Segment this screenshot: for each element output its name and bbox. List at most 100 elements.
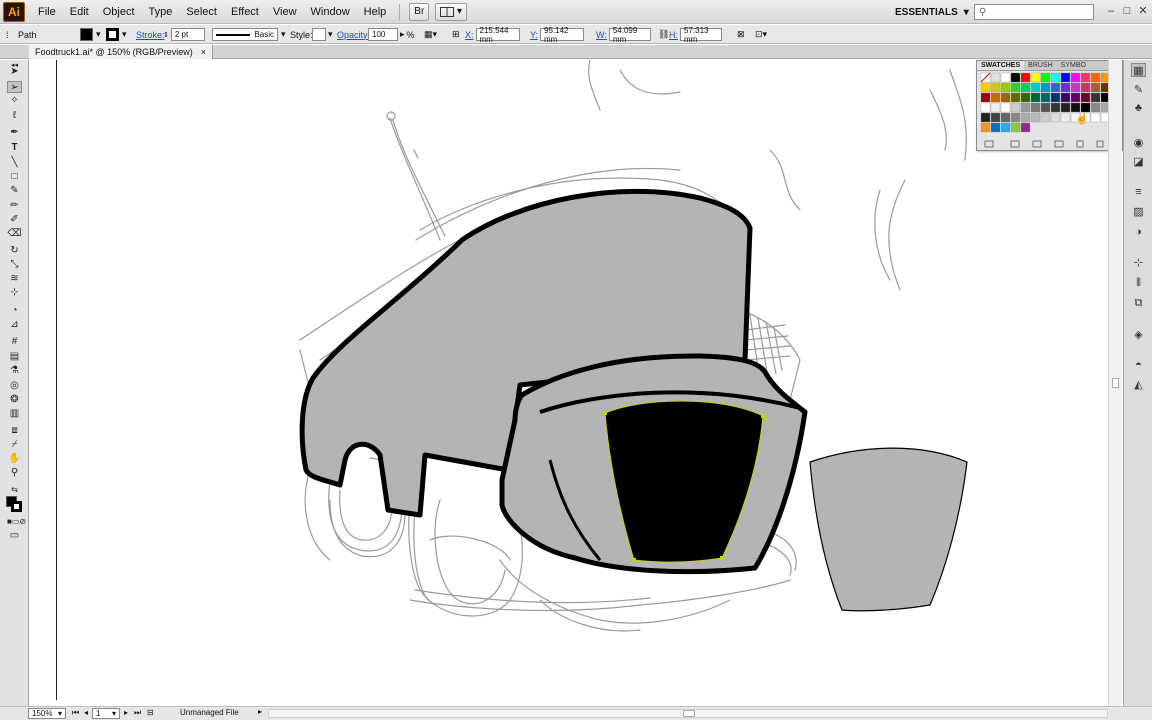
zoom-tool-icon[interactable]: ⚲ <box>7 467 22 479</box>
swatch-cell[interactable] <box>1020 82 1031 93</box>
tab-swatches[interactable]: SWATCHES <box>977 61 1025 70</box>
stroke-stepper-icon[interactable]: ⇕ <box>163 31 169 39</box>
rotate-tool-icon[interactable]: ↻ <box>7 245 22 257</box>
swatch-cell[interactable] <box>980 122 991 133</box>
blob-brush-tool-icon[interactable]: ✐ <box>7 214 22 226</box>
swatch-panel-buttons[interactable] <box>984 140 1104 148</box>
swatch-cell[interactable] <box>1010 102 1021 113</box>
swatch-cell[interactable] <box>980 112 991 123</box>
swatches-panel-icon[interactable]: ▦ <box>1131 63 1146 77</box>
swatch-cell[interactable] <box>1020 112 1031 123</box>
canvas[interactable] <box>30 60 1123 706</box>
swatch-cell[interactable] <box>1070 82 1081 93</box>
swatch-cell[interactable] <box>1020 92 1031 103</box>
appearance-panel-icon[interactable]: ◓ <box>1131 358 1146 372</box>
symbols-panel-icon[interactable]: ♣ <box>1131 101 1146 115</box>
free-transform-tool-icon[interactable]: ⊹ <box>7 287 22 299</box>
swatch-cell[interactable] <box>1000 82 1011 93</box>
artboard-field[interactable]: 1 ▾ <box>92 708 120 719</box>
status-menu-icon[interactable]: ▸ <box>258 707 262 716</box>
swatch-cell[interactable] <box>990 92 1001 103</box>
y-field[interactable]: 95.142 mm <box>540 26 585 44</box>
vertical-scrollbar[interactable] <box>1108 60 1122 706</box>
color-guide-icon[interactable]: ◪ <box>1131 155 1146 169</box>
swatch-cell[interactable] <box>1000 102 1011 113</box>
swatch-cell[interactable] <box>1070 102 1081 113</box>
rectangle-tool-icon[interactable]: □ <box>7 171 22 183</box>
swatch-cell[interactable] <box>980 82 991 93</box>
constrain-proportions-icon[interactable]: ⛓ <box>658 27 669 42</box>
x-field[interactable]: 215.544 mm <box>475 26 520 44</box>
menu-help[interactable]: Help <box>357 0 394 24</box>
swatch-cell[interactable] <box>1000 122 1011 133</box>
swatch-cell[interactable] <box>1080 72 1091 83</box>
swatch-cell[interactable] <box>1040 82 1051 93</box>
swatch-cell[interactable] <box>1020 102 1031 113</box>
swatch-cell[interactable] <box>1080 92 1091 103</box>
swatch-cell[interactable] <box>1000 92 1011 103</box>
artboard-nav-prev-icon[interactable]: ◂ <box>84 708 88 717</box>
brush-field[interactable]: Basic <box>212 28 278 41</box>
swatch-cell[interactable] <box>990 72 1001 83</box>
artboard-nav-next-icon[interactable]: ▸ <box>124 708 128 717</box>
document-tab[interactable]: Foodtruck1.ai* @ 150% (RGB/Preview) × <box>29 45 213 59</box>
h-control[interactable]: H: 57.313 mm <box>669 26 722 44</box>
stroke-color-icon[interactable] <box>11 501 22 512</box>
isolate-icon[interactable]: ⊡▾ <box>755 27 767 42</box>
opacity-field[interactable]: 100 <box>368 28 398 41</box>
swatch-cell[interactable] <box>1030 82 1041 93</box>
w-field[interactable]: 54.099 mm <box>608 26 651 44</box>
swatch-grid[interactable] <box>977 72 1122 152</box>
swatch-cell[interactable] <box>990 122 1001 133</box>
eraser-tool-icon[interactable]: ⌫ <box>7 228 22 240</box>
swatch-cell[interactable] <box>1090 92 1101 103</box>
align-panel-icon[interactable]: ⫴ <box>1131 276 1146 290</box>
tab-symbols[interactable]: SYMBO <box>1057 61 1090 70</box>
magic-wand-tool-icon[interactable]: ✧ <box>7 95 22 107</box>
opacity-link[interactable]: Opacity: <box>337 30 370 40</box>
artboard-tool-icon[interactable]: ⧈ <box>7 425 22 437</box>
swatch-cell[interactable] <box>1060 82 1071 93</box>
swatch-cell[interactable] <box>990 102 1001 113</box>
menu-type[interactable]: Type <box>142 0 180 24</box>
loose-panel-shape[interactable] <box>809 447 968 612</box>
artboard-nav-first-icon[interactable]: ⏮ <box>72 708 79 718</box>
graphic-styles-panel-icon[interactable]: ◭ <box>1131 378 1146 392</box>
swatch-cell[interactable] <box>1060 92 1071 103</box>
swatch-cell[interactable] <box>1010 112 1021 123</box>
swatch-cell[interactable] <box>1080 102 1091 113</box>
fill-control[interactable]: ▾ <box>80 27 101 42</box>
menu-select[interactable]: Select <box>179 0 224 24</box>
stroke-swatch[interactable] <box>106 28 119 41</box>
symbol-sprayer-tool-icon[interactable]: ❂ <box>7 394 22 406</box>
eyedropper-tool-icon[interactable]: ⚗ <box>7 365 22 377</box>
swatch-cell[interactable] <box>1080 82 1091 93</box>
menu-view[interactable]: View <box>266 0 304 24</box>
close-tab-icon[interactable]: × <box>201 47 206 57</box>
version-cue-icon[interactable]: ⊟ <box>147 708 154 717</box>
bridge-button[interactable]: Br <box>409 2 430 21</box>
swatch-cell[interactable] <box>1010 122 1021 133</box>
horizontal-scroll-thumb[interactable] <box>683 710 695 717</box>
swatch-cell[interactable] <box>1060 102 1071 113</box>
line-tool-icon[interactable]: ╲ <box>7 157 22 169</box>
stroke-weight-field[interactable]: 2 pt <box>170 28 205 41</box>
gradient-tool-icon[interactable]: ▤ <box>7 351 22 363</box>
swatch-cell[interactable] <box>1050 92 1061 103</box>
swatch-cell[interactable] <box>1060 72 1071 83</box>
graph-tool-icon[interactable]: ▥ <box>7 408 22 420</box>
brush-definition-control[interactable]: Basic ▾ <box>212 27 286 42</box>
pencil-tool-icon[interactable]: ✏ <box>7 200 22 212</box>
swatch-cell[interactable] <box>980 92 991 103</box>
transparency-panel-icon[interactable]: ◑ <box>1131 225 1146 239</box>
stroke-link[interactable]: Stroke: <box>136 30 165 40</box>
type-tool-icon[interactable]: T <box>7 142 22 154</box>
lasso-tool-icon[interactable]: ℓ <box>7 110 22 122</box>
swatch-cell[interactable] <box>1030 112 1041 123</box>
color-panel-icon[interactable]: ◉ <box>1131 136 1146 150</box>
menu-object[interactable]: Object <box>96 0 142 24</box>
swatch-cell[interactable] <box>990 112 1001 123</box>
hand-tool-icon[interactable]: ✋ <box>7 453 22 465</box>
y-control[interactable]: Y: 95.142 mm <box>530 26 585 44</box>
scale-tool-icon[interactable]: ⤡ <box>7 259 22 271</box>
